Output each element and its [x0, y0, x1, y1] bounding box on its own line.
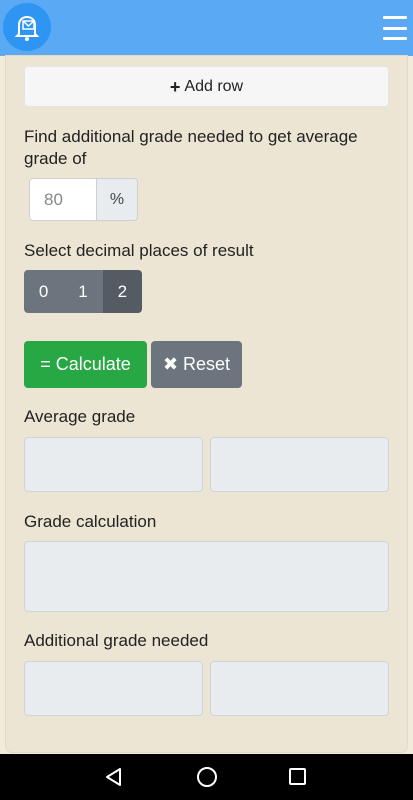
decimal-option-1[interactable]: 1: [63, 270, 103, 313]
decimal-option-2[interactable]: 2: [102, 270, 142, 313]
system-nav-bar: [0, 754, 413, 800]
decimal-places-label: Select decimal places of result: [24, 241, 254, 260]
back-icon[interactable]: [104, 767, 124, 787]
average-grade-output[interactable]: [24, 437, 203, 492]
plus-icon: +: [169, 76, 181, 97]
add-row-button[interactable]: + Add row: [24, 66, 389, 107]
percent-addon: %: [96, 178, 138, 221]
grade-calculation-output[interactable]: [24, 541, 389, 612]
additional-grade-label: Additional grade needed: [24, 631, 209, 650]
average-grade-label: Average grade: [24, 407, 136, 426]
target-grade-input[interactable]: [29, 178, 96, 221]
home-icon[interactable]: [197, 767, 217, 787]
hamburger-menu-icon[interactable]: [383, 14, 407, 42]
average-grade-letter-output[interactable]: [210, 437, 389, 492]
bell-envelope-icon[interactable]: [3, 3, 51, 51]
add-row-label: Add row: [184, 77, 244, 95]
decimal-option-0[interactable]: 0: [24, 270, 64, 313]
additional-grade-letter-output[interactable]: [210, 661, 389, 716]
grade-calculation-label: Grade calculation: [24, 512, 157, 531]
calculate-button[interactable]: = Calculate: [24, 341, 147, 388]
reset-button[interactable]: ✖ Reset: [151, 341, 242, 388]
target-grade-label: Find additional grade needed to get aver…: [24, 127, 358, 168]
recent-apps-icon[interactable]: [289, 768, 306, 785]
app-header: [0, 0, 413, 56]
additional-grade-output[interactable]: [24, 661, 203, 716]
decimal-places-group: 0 1 2: [24, 270, 142, 313]
